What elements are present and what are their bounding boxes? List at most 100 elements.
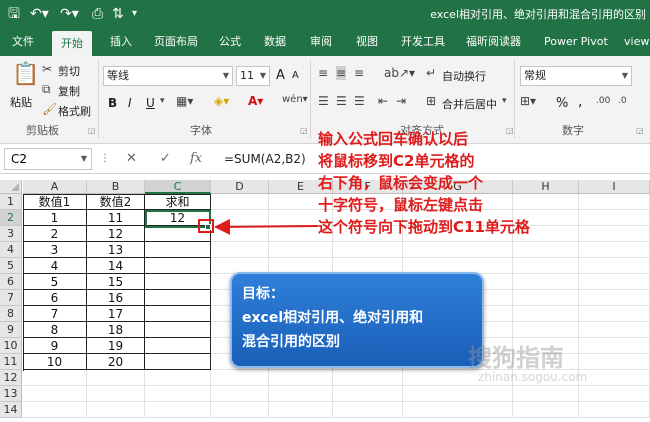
cell-h5[interactable] [513, 258, 579, 274]
cell-b4[interactable]: 13 [87, 242, 145, 258]
sort-icon[interactable]: ⇅ [112, 5, 124, 23]
select-all-button[interactable] [0, 180, 22, 194]
cell-a9[interactable]: 8 [23, 322, 87, 338]
align-right-icon[interactable]: ☰ [354, 94, 365, 108]
tab-data[interactable]: 数据 [264, 28, 286, 56]
align-center-icon[interactable]: ☰ [336, 94, 347, 108]
cell-b6[interactable]: 15 [87, 274, 145, 290]
customize-qa-icon[interactable]: ▾ [132, 5, 137, 23]
orientation-icon[interactable]: ab↗▾ [384, 66, 415, 80]
cell-c9[interactable] [145, 322, 211, 338]
cell-c1[interactable]: 求和 [145, 194, 211, 210]
fill-color-icon[interactable]: ◈▾ [214, 94, 229, 108]
cell-i7[interactable] [579, 290, 650, 306]
cell-c5[interactable] [145, 258, 211, 274]
tab-view-extra[interactable]: view [624, 28, 649, 56]
row-header-7[interactable]: 7 [0, 290, 22, 306]
cell-i1[interactable] [579, 194, 650, 210]
merge-center-icon[interactable]: ⊞ [426, 94, 436, 108]
redo-icon[interactable]: ↷▾ [60, 5, 79, 23]
cell-b3[interactable]: 12 [87, 226, 145, 242]
cell-b1[interactable]: 数值2 [87, 194, 145, 210]
cell-i3[interactable] [579, 226, 650, 242]
insert-function-icon[interactable]: fx [190, 151, 202, 166]
tab-insert[interactable]: 插入 [110, 28, 132, 56]
format-painter-icon[interactable]: 🖌 [42, 102, 57, 116]
cell-d12[interactable] [211, 370, 269, 386]
cell-b8[interactable]: 17 [87, 306, 145, 322]
wrap-text-icon[interactable]: ↵ [426, 66, 436, 80]
cell-f13[interactable] [333, 386, 403, 402]
cell-c11[interactable] [145, 354, 211, 370]
cell-h6[interactable] [513, 274, 579, 290]
cell-a7[interactable]: 6 [23, 290, 87, 306]
cell-a11[interactable]: 10 [23, 354, 87, 370]
row-header-14[interactable]: 14 [0, 402, 22, 418]
cell-i6[interactable] [579, 274, 650, 290]
cell-e13[interactable] [269, 386, 333, 402]
column-header-b[interactable]: B [87, 180, 145, 194]
cell-i12[interactable] [579, 370, 650, 386]
cell-h13[interactable] [513, 386, 579, 402]
cell-g4[interactable] [403, 242, 513, 258]
tab-page-layout[interactable]: 页面布局 [154, 28, 198, 56]
row-header-8[interactable]: 8 [0, 306, 22, 322]
cell-a14[interactable] [23, 402, 87, 418]
cell-c7[interactable] [145, 290, 211, 306]
cell-b12[interactable] [87, 370, 145, 386]
align-left-icon[interactable]: ☰ [318, 94, 329, 108]
merge-center-button[interactable]: 合并后居中 [442, 96, 497, 112]
cell-f12[interactable] [333, 370, 403, 386]
format-painter-button[interactable]: 格式刷 [58, 103, 91, 119]
cell-g13[interactable] [403, 386, 513, 402]
decrease-indent-icon[interactable]: ⇤ [378, 94, 388, 108]
cell-a13[interactable] [23, 386, 87, 402]
cell-d4[interactable] [211, 242, 269, 258]
shrink-font-button[interactable]: A [292, 70, 299, 81]
cell-a2[interactable]: 1 [23, 210, 87, 226]
row-header-4[interactable]: 4 [0, 242, 22, 258]
border-icon[interactable]: ▦▾ [176, 94, 193, 108]
cell-e4[interactable] [269, 242, 333, 258]
cell-c8[interactable] [145, 306, 211, 322]
tab-review[interactable]: 审阅 [310, 28, 332, 56]
cell-c10[interactable] [145, 338, 211, 354]
paste-icon[interactable]: 📋 [12, 62, 39, 87]
tab-file[interactable]: 文件 [12, 28, 34, 56]
tab-developer[interactable]: 开发工具 [401, 28, 445, 56]
cut-button[interactable]: 剪切 [58, 63, 80, 79]
cell-a4[interactable]: 3 [23, 242, 87, 258]
cell-b5[interactable]: 14 [87, 258, 145, 274]
percent-button[interactable]: % [556, 96, 568, 111]
bold-button[interactable]: B [108, 96, 117, 110]
currency-icon[interactable]: ⊞▾ [520, 94, 536, 108]
paste-button[interactable]: 粘贴 [10, 94, 32, 110]
font-name-select[interactable]: 等线 ▼ [103, 66, 233, 86]
wrap-text-button[interactable]: 自动换行 [442, 68, 486, 84]
copy-button[interactable]: 复制 [58, 83, 80, 99]
cell-b2[interactable]: 11 [87, 210, 145, 226]
clipboard-launcher-icon[interactable]: ◲ [88, 126, 96, 135]
tab-home[interactable]: 开始 [52, 31, 92, 56]
cell-b10[interactable]: 19 [87, 338, 145, 354]
more-icon[interactable]: ⋮ [100, 153, 110, 164]
phonetic-icon[interactable]: wén▾ [282, 94, 308, 105]
cell-c13[interactable] [145, 386, 211, 402]
cell-c4[interactable] [145, 242, 211, 258]
cell-d13[interactable] [211, 386, 269, 402]
row-header-10[interactable]: 10 [0, 338, 22, 354]
cut-icon[interactable]: ✂ [42, 62, 52, 76]
column-header-c[interactable]: C [145, 180, 211, 194]
cell-h9[interactable] [513, 322, 579, 338]
number-launcher-icon[interactable]: ◲ [636, 126, 644, 135]
cell-h14[interactable] [513, 402, 579, 418]
cell-d14[interactable] [211, 402, 269, 418]
font-size-select[interactable]: 11 ▼ [236, 66, 270, 86]
cell-a6[interactable]: 5 [23, 274, 87, 290]
row-header-12[interactable]: 12 [0, 370, 22, 386]
cell-c12[interactable] [145, 370, 211, 386]
cell-b9[interactable]: 18 [87, 322, 145, 338]
cell-a1[interactable]: 数值1 [23, 194, 87, 210]
cell-c6[interactable] [145, 274, 211, 290]
middle-align-icon[interactable]: ≡ [336, 66, 347, 80]
